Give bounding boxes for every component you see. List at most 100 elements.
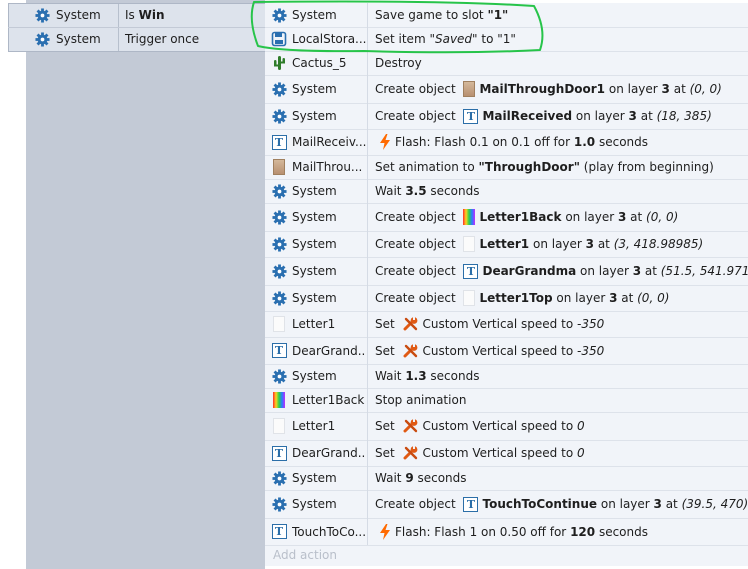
action-param-bold: 3 xyxy=(585,237,595,251)
action-row[interactable]: System Wait 3.5 seconds xyxy=(265,179,748,204)
action-object-name: System xyxy=(292,369,337,383)
action-object-cell: T TouchToCo... xyxy=(265,518,368,545)
action-row[interactable]: Cactus_5 Destroy xyxy=(265,51,748,76)
action-text-line: Create object xyxy=(375,291,459,305)
event-left-margin xyxy=(26,0,265,569)
action-object-icon xyxy=(271,263,287,279)
action-text-line: Set xyxy=(375,446,399,460)
action-row[interactable]: MailThrou... Set animation to "ThroughDoo… xyxy=(265,155,748,180)
action-object-icon xyxy=(271,31,287,47)
action-row[interactable]: System Create object MailThroughDoor1 on … xyxy=(265,75,748,104)
action-row[interactable]: System Create object T MailReceived on lay… xyxy=(265,103,748,130)
action-text-fragment: Custom Vertical speed to xyxy=(422,317,577,331)
action-param-bold: "ThroughDoor" xyxy=(478,160,580,174)
condition-text-prefix: Is xyxy=(125,8,139,22)
condition-object-cell: System xyxy=(8,4,119,27)
action-text-line: Create object xyxy=(375,264,459,278)
action-object-cell: System xyxy=(265,75,368,103)
action-row[interactable]: Letter1 Set Custom Vertical speed to 0 xyxy=(265,412,748,441)
condition-row[interactable]: System Trigger once xyxy=(8,28,265,51)
action-param-italic: "Saved" xyxy=(429,32,478,46)
condition-text: Is Win xyxy=(125,8,165,22)
action-object-name: System xyxy=(292,497,337,511)
action-text-fragment: Flash: Flash 1 on 0.50 off for xyxy=(395,524,571,539)
gear-icon xyxy=(271,236,287,252)
text-icon: T xyxy=(463,108,479,124)
action-row[interactable]: System Create object Letter1Top on layer … xyxy=(265,285,748,312)
action-text-fragment: at xyxy=(636,109,657,123)
action-row[interactable]: System Wait 1.3 seconds xyxy=(265,364,748,389)
action-param-italic: 0 xyxy=(576,446,585,460)
action-text-fragment: Flash: Flash 0.1 on 0.1 off for xyxy=(395,135,574,149)
action-list: Add action System Save game to slot "1" Lo… xyxy=(265,3,748,566)
action-text-fragment: Set xyxy=(375,446,399,460)
action-text-fragment: at xyxy=(617,291,638,305)
action-object-name: Cactus_5 xyxy=(292,56,347,70)
cactus-icon xyxy=(272,55,286,71)
action-text-line: Custom Vertical speed to 0 xyxy=(423,419,585,433)
action-row[interactable]: System Create object Letter1Back on layer… xyxy=(265,203,748,232)
add-action-link[interactable]: Add action xyxy=(273,548,337,562)
action-object-cell: System xyxy=(265,103,368,129)
action-param-bold: Letter1Top xyxy=(479,291,553,305)
action-text-fragment: Create object xyxy=(375,237,460,251)
action-object-cell: System xyxy=(265,179,368,203)
action-row[interactable]: Letter1 Set Custom Vertical speed to -350 xyxy=(265,311,748,338)
action-row[interactable]: Letter1Back Stop animation xyxy=(265,388,748,413)
wrench-icon xyxy=(403,343,419,359)
action-row[interactable]: System Create object Letter1 on layer 3 a… xyxy=(265,231,748,258)
action-object-cell: System xyxy=(265,466,368,490)
action-row[interactable]: System Create object T DearGrandma on laye… xyxy=(265,257,748,286)
action-object-icon: T xyxy=(271,524,287,540)
action-text-line: MailReceived on layer 3 at (18, 385) xyxy=(482,109,711,123)
action-row[interactable]: T DearGrand... Set Custom Vertical speed t… xyxy=(265,440,748,467)
action-text-fragment: Wait xyxy=(375,369,406,383)
action-object-cell: System xyxy=(265,257,368,285)
gear-icon xyxy=(271,209,287,225)
action-object-cell: System xyxy=(265,3,368,27)
condition-text: Trigger once xyxy=(125,32,199,46)
wrench-icon xyxy=(403,445,419,461)
action-row[interactable]: System Create object T TouchToContinue on … xyxy=(265,490,748,519)
action-object-name: System xyxy=(292,237,337,251)
action-text-line: Set item "Saved" to "1" xyxy=(375,32,516,46)
action-text-fragment: on layer xyxy=(572,109,629,123)
action-text: Flash: Flash 1 on 0.50 off for 120 secon… xyxy=(375,518,648,545)
action-text: Set Custom Vertical speed to -350 xyxy=(375,311,604,337)
action-param-bold: Letter1 xyxy=(479,237,530,251)
flash-icon xyxy=(379,523,391,540)
action-param-bold: DearGrandma xyxy=(482,264,577,278)
action-text-line: Create object xyxy=(375,210,459,224)
action-object-icon xyxy=(271,183,287,199)
action-text-fragment: on layer xyxy=(552,291,610,305)
action-text-fragment: Custom Vertical speed to xyxy=(422,343,577,358)
action-object-name: System xyxy=(292,184,337,198)
action-text: Create object T TouchToContinue on layer … xyxy=(375,490,748,518)
action-row[interactable]: System Wait 9 seconds xyxy=(265,466,748,491)
action-text: Destroy xyxy=(375,51,422,75)
action-text-fragment: Set item xyxy=(375,32,430,46)
action-row[interactable]: LocalStora... Set item "Saved" to "1" xyxy=(265,27,748,52)
action-text: Stop animation xyxy=(375,388,466,412)
text-icon: T xyxy=(271,445,287,461)
action-object-name: TouchToCo... xyxy=(292,524,366,539)
action-object-name: LocalStora... xyxy=(292,32,366,46)
action-object-cell: System xyxy=(265,285,368,311)
action-object-name: System xyxy=(292,264,337,278)
action-text-line: Destroy xyxy=(375,56,422,70)
action-row[interactable]: System Save game to slot "1" xyxy=(265,3,748,28)
condition-row[interactable]: System Is Win xyxy=(8,4,265,27)
blank-icon xyxy=(273,316,285,332)
action-row[interactable]: T MailReceiv... Flash: Flash 0.1 on 0.1 of… xyxy=(265,129,748,156)
door-icon xyxy=(463,81,476,97)
action-param-italic: (3, 418.98985) xyxy=(613,237,704,251)
action-text-fragment: Destroy xyxy=(375,56,422,70)
action-text-fragment: Create object xyxy=(375,497,460,511)
action-text-fragment: at xyxy=(594,237,614,251)
action-row[interactable]: T DearGrand... Set Custom Vertical speed t… xyxy=(265,337,748,365)
action-text-fragment: seconds xyxy=(595,524,648,539)
action-text-fragment: at xyxy=(661,497,682,511)
action-text-fragment: on layer xyxy=(576,264,633,278)
action-row[interactable]: T TouchToCo... Flash: Flash 1 on 0.50 off … xyxy=(265,518,748,546)
action-text-line: Set animation to "ThroughDoor" (play fro… xyxy=(375,160,714,174)
